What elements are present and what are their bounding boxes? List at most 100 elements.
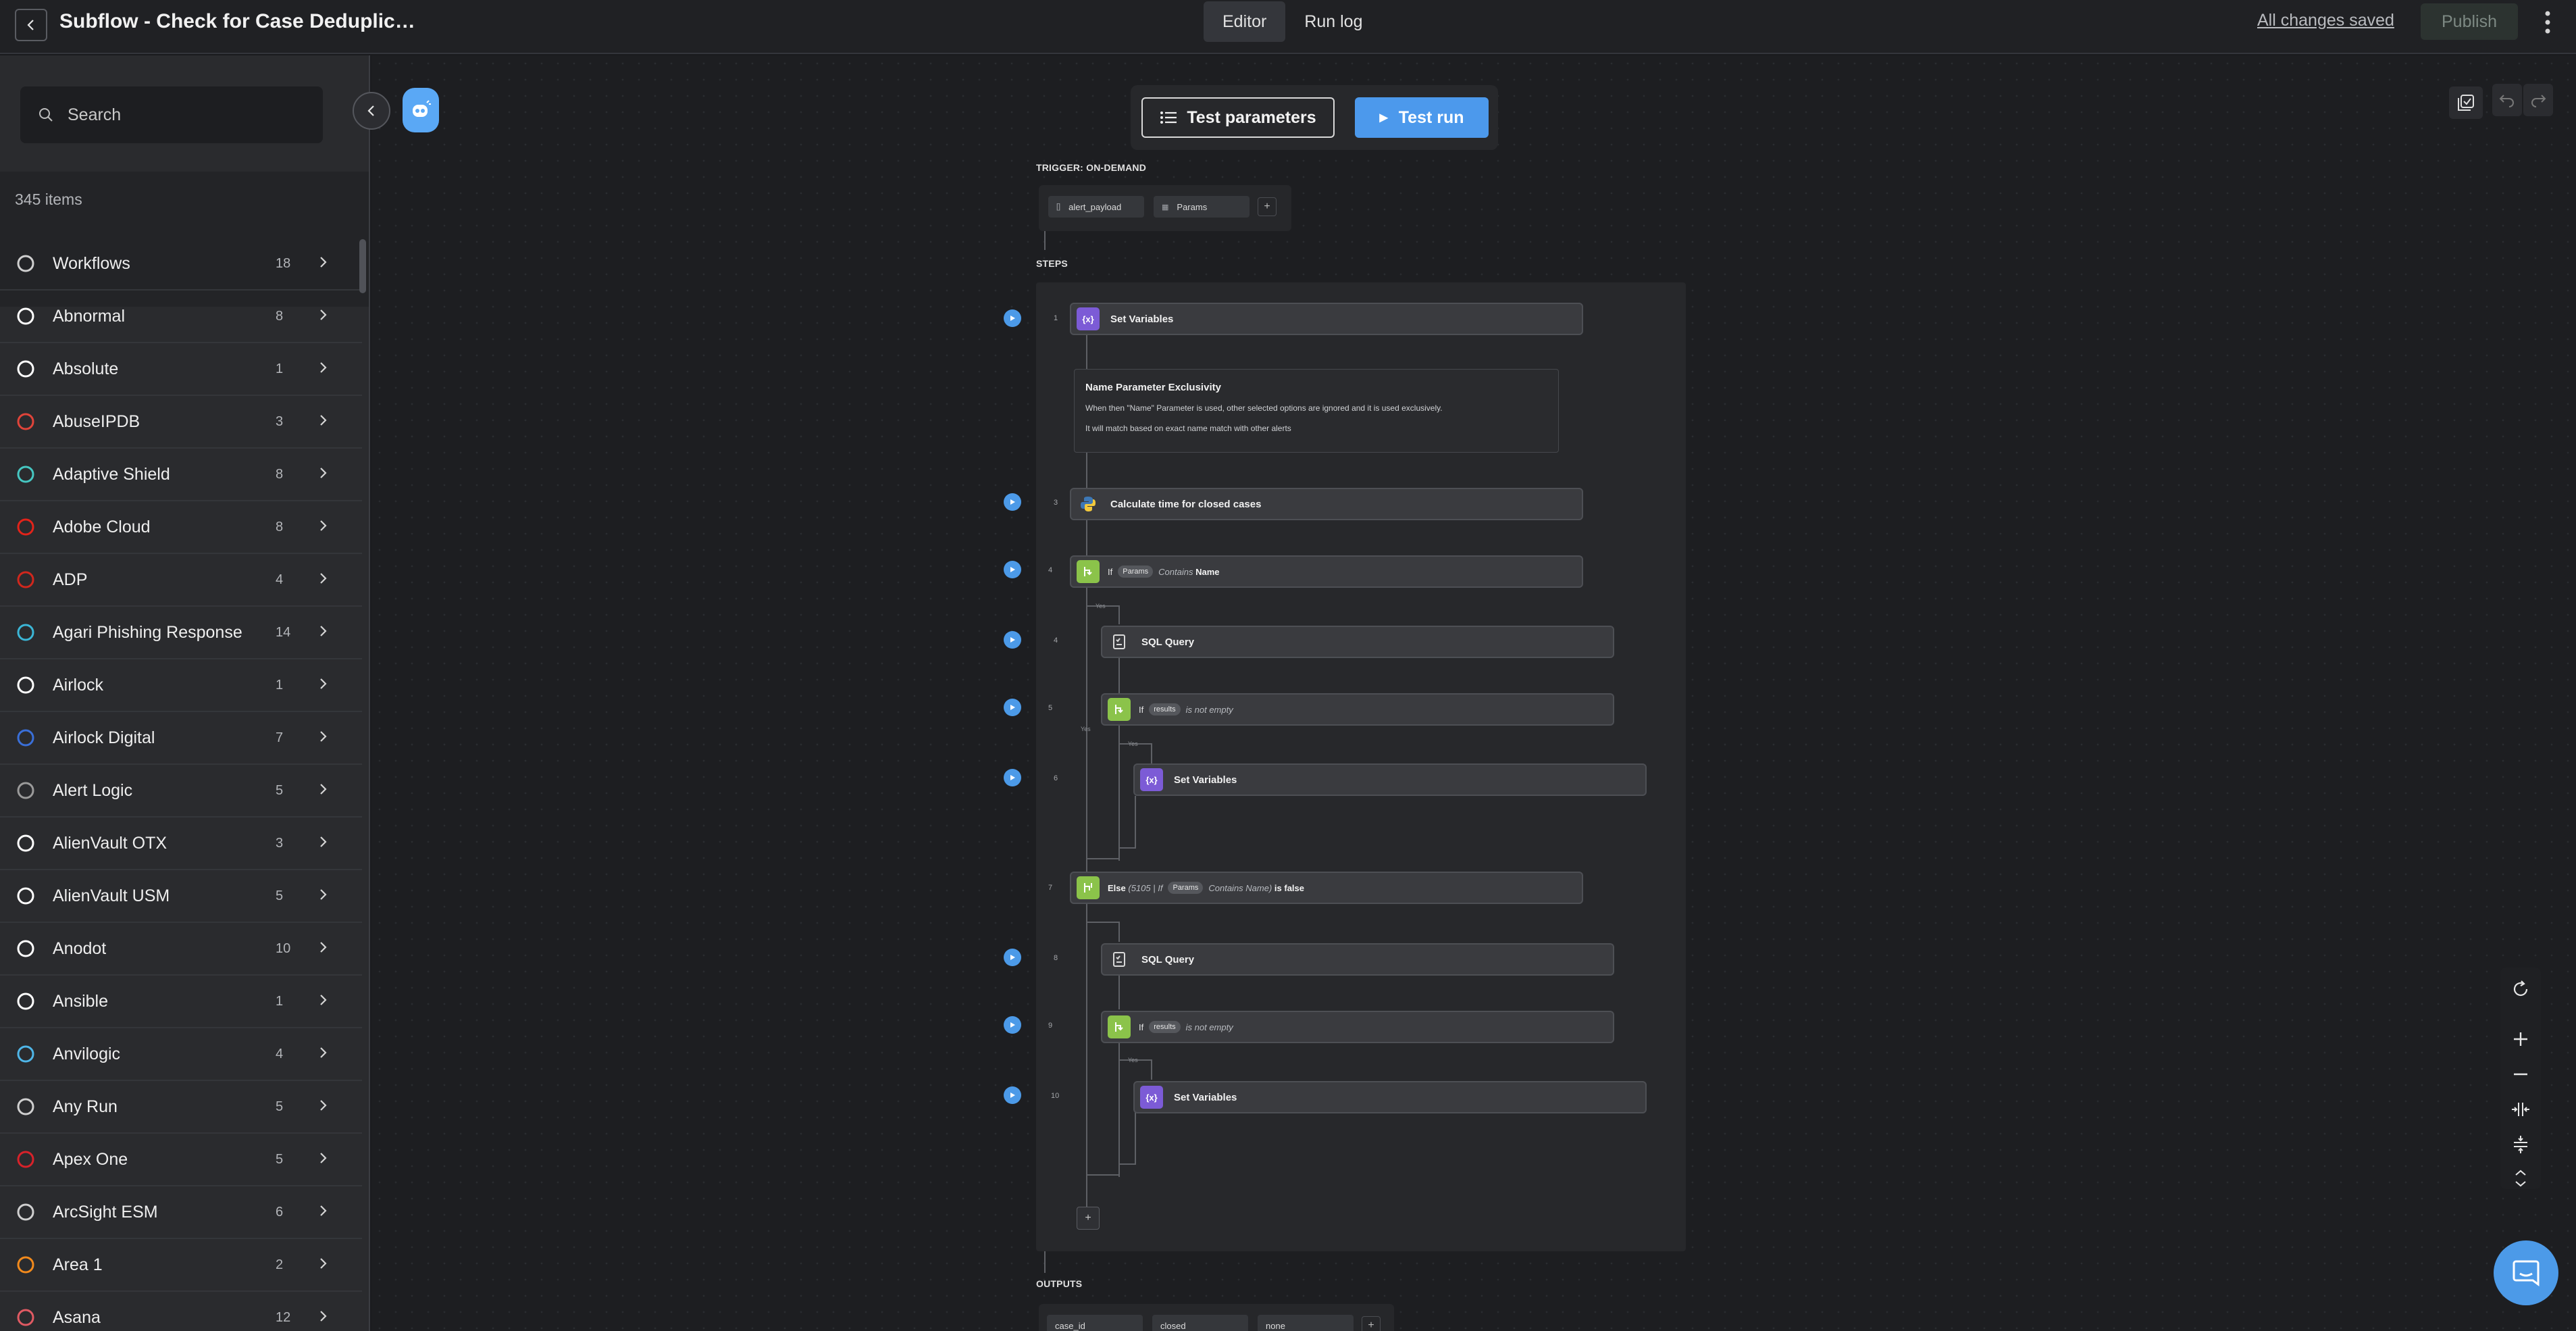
sidebar-item[interactable]: Abnormal 8 <box>0 291 362 343</box>
sidebar-item-label: Adaptive Shield <box>53 464 170 484</box>
sidebar-item[interactable]: Anodot 10 <box>0 923 362 976</box>
undo-button[interactable] <box>2492 84 2522 116</box>
step-else-branch[interactable]: Else (5105 | If Params Contains Name) is… <box>1070 872 1583 904</box>
play-icon <box>1010 705 1015 710</box>
save-status-link[interactable]: All changes saved <box>2257 11 2394 30</box>
run-step-button[interactable] <box>1004 631 1021 649</box>
sidebar-item[interactable]: Airlock 1 <box>0 659 362 712</box>
zoom-out-button[interactable] <box>2506 1059 2535 1089</box>
operator-label: Contains Name) <box>1208 882 1272 893</box>
anodot-logo-icon <box>14 936 38 961</box>
output-chip[interactable]: none <box>1258 1315 1354 1331</box>
variables-icon: {x} <box>1140 768 1163 791</box>
reset-view-button[interactable] <box>2506 974 2535 1004</box>
run-step-button[interactable] <box>1004 309 1021 327</box>
sidebar-item[interactable]: Absolute 1 <box>0 343 362 396</box>
tab-editor[interactable]: Editor <box>1204 1 1286 42</box>
run-step-button[interactable] <box>1004 769 1021 786</box>
asana-logo-icon <box>14 1305 38 1330</box>
run-step-button[interactable] <box>1004 1086 1021 1104</box>
step-if-condition[interactable]: If Params Contains Name <box>1070 555 1583 588</box>
sidebar-item[interactable]: Anvilogic 4 <box>0 1028 362 1081</box>
step-if-condition[interactable]: If results is not empty <box>1101 1011 1614 1043</box>
connector <box>1118 658 1120 693</box>
robot-icon <box>413 100 431 117</box>
run-step-button[interactable] <box>1004 699 1021 716</box>
sidebar-item[interactable]: AbuseIPDB 3 <box>0 396 362 449</box>
sidebar-item-label: Agari Phishing Response <box>53 622 242 642</box>
ansible-logo-icon <box>14 989 38 1013</box>
condition-value: is false <box>1274 882 1305 893</box>
step-python[interactable]: Calculate time for closed cases <box>1070 488 1583 520</box>
expand-vertical-button[interactable] <box>2506 1130 2535 1159</box>
more-options-button[interactable] <box>2538 7 2557 38</box>
collapse-sidebar-button[interactable] <box>353 92 390 130</box>
back-button[interactable] <box>15 9 47 41</box>
validate-button[interactable] <box>2449 86 2483 119</box>
step-sql-query[interactable]: SQL Query <box>1101 943 1614 976</box>
sidebar-item[interactable]: Apex One 5 <box>0 1134 362 1186</box>
output-chip[interactable]: closed <box>1152 1315 1248 1331</box>
sidebar-item-count: 6 <box>276 1204 284 1220</box>
add-step-button[interactable]: + <box>1077 1207 1100 1230</box>
run-step-button[interactable] <box>1004 561 1021 578</box>
operator-label: is not empty <box>1185 704 1233 715</box>
connector <box>1118 726 1120 861</box>
run-step-button[interactable] <box>1004 1016 1021 1034</box>
run-step-button[interactable] <box>1004 949 1021 966</box>
sidebar-item[interactable]: AlienVault OTX 3 <box>0 818 362 870</box>
anvilogic-logo-icon <box>14 1042 38 1066</box>
if-keyword: If <box>1139 704 1144 715</box>
add-output-button[interactable]: + <box>1362 1316 1381 1331</box>
step-set-variables[interactable]: {x} Set Variables <box>1133 763 1647 796</box>
sidebar-item[interactable]: Adobe Cloud 8 <box>0 501 362 554</box>
output-chip[interactable]: case_id <box>1047 1315 1143 1331</box>
note-card[interactable]: Name Parameter Exclusivity When then "Na… <box>1074 369 1559 453</box>
sidebar-item[interactable]: Asana 12 <box>0 1292 362 1331</box>
sidebar-item[interactable]: AlienVault USM 5 <box>0 870 362 923</box>
step-if-condition[interactable]: If results is not empty <box>1101 693 1614 726</box>
search-input[interactable] <box>68 105 311 125</box>
sidebar-item[interactable]: ArcSight ESM 6 <box>0 1186 362 1239</box>
sidebar-item-label: ADP <box>53 570 88 589</box>
alert-logic-logo-icon <box>14 778 38 803</box>
expand-horizontal-button[interactable] <box>2506 1095 2535 1124</box>
sidebar-item-count: 3 <box>276 835 284 851</box>
sidebar-item[interactable]: Ansible 1 <box>0 976 362 1028</box>
trigger-param-chip[interactable]: [] alert_payload <box>1048 196 1144 218</box>
run-step-button[interactable] <box>1004 493 1021 511</box>
step-set-variables[interactable]: {x} Set Variables <box>1133 1081 1647 1113</box>
zoom-in-button[interactable] <box>2506 1024 2535 1054</box>
sidebar-scrollbar[interactable] <box>359 239 366 293</box>
test-parameters-label: Test parameters <box>1187 107 1316 127</box>
tab-run-log[interactable]: Run log <box>1285 1 1381 42</box>
sidebar-item-count: 4 <box>276 1046 284 1061</box>
sidebar-item[interactable]: Airlock Digital 7 <box>0 712 362 765</box>
fit-view-button[interactable] <box>2506 1163 2535 1193</box>
redo-button[interactable] <box>2523 84 2553 116</box>
chevron-right-icon <box>319 519 328 536</box>
sidebar-item-count: 5 <box>276 888 284 903</box>
test-parameters-button[interactable]: Test parameters <box>1141 97 1335 138</box>
trigger-param-chip[interactable]: ▦ Params <box>1154 196 1250 218</box>
sidebar-item[interactable]: Alert Logic 5 <box>0 765 362 818</box>
support-chat-button[interactable] <box>2494 1240 2558 1305</box>
publish-button[interactable]: Publish <box>2421 3 2518 40</box>
adp-logo-icon <box>14 568 38 592</box>
test-run-button[interactable]: ▶ Test run <box>1355 97 1489 138</box>
step-set-variables[interactable]: {x} Set Variables <box>1070 303 1583 335</box>
add-trigger-param-button[interactable]: + <box>1258 197 1277 216</box>
sidebar-item[interactable]: Any Run 5 <box>0 1081 362 1134</box>
chevron-right-icon <box>319 782 328 799</box>
adaptive-shield-logo-icon <box>14 462 38 486</box>
sidebar-item[interactable]: Adaptive Shield 8 <box>0 449 362 501</box>
step-number: 5 <box>1048 704 1053 712</box>
ai-assistant-button[interactable] <box>403 88 439 132</box>
sidebar-item[interactable]: Agari Phishing Response 14 <box>0 607 362 659</box>
chevron-right-icon <box>319 572 328 588</box>
sidebar-item[interactable]: ADP 4 <box>0 554 362 607</box>
alienvault-otx-logo-icon <box>14 831 38 855</box>
sidebar-item[interactable]: Workflows 18 <box>0 238 362 291</box>
sidebar-item[interactable]: Area 1 2 <box>0 1239 362 1292</box>
step-sql-query[interactable]: SQL Query <box>1101 626 1614 658</box>
